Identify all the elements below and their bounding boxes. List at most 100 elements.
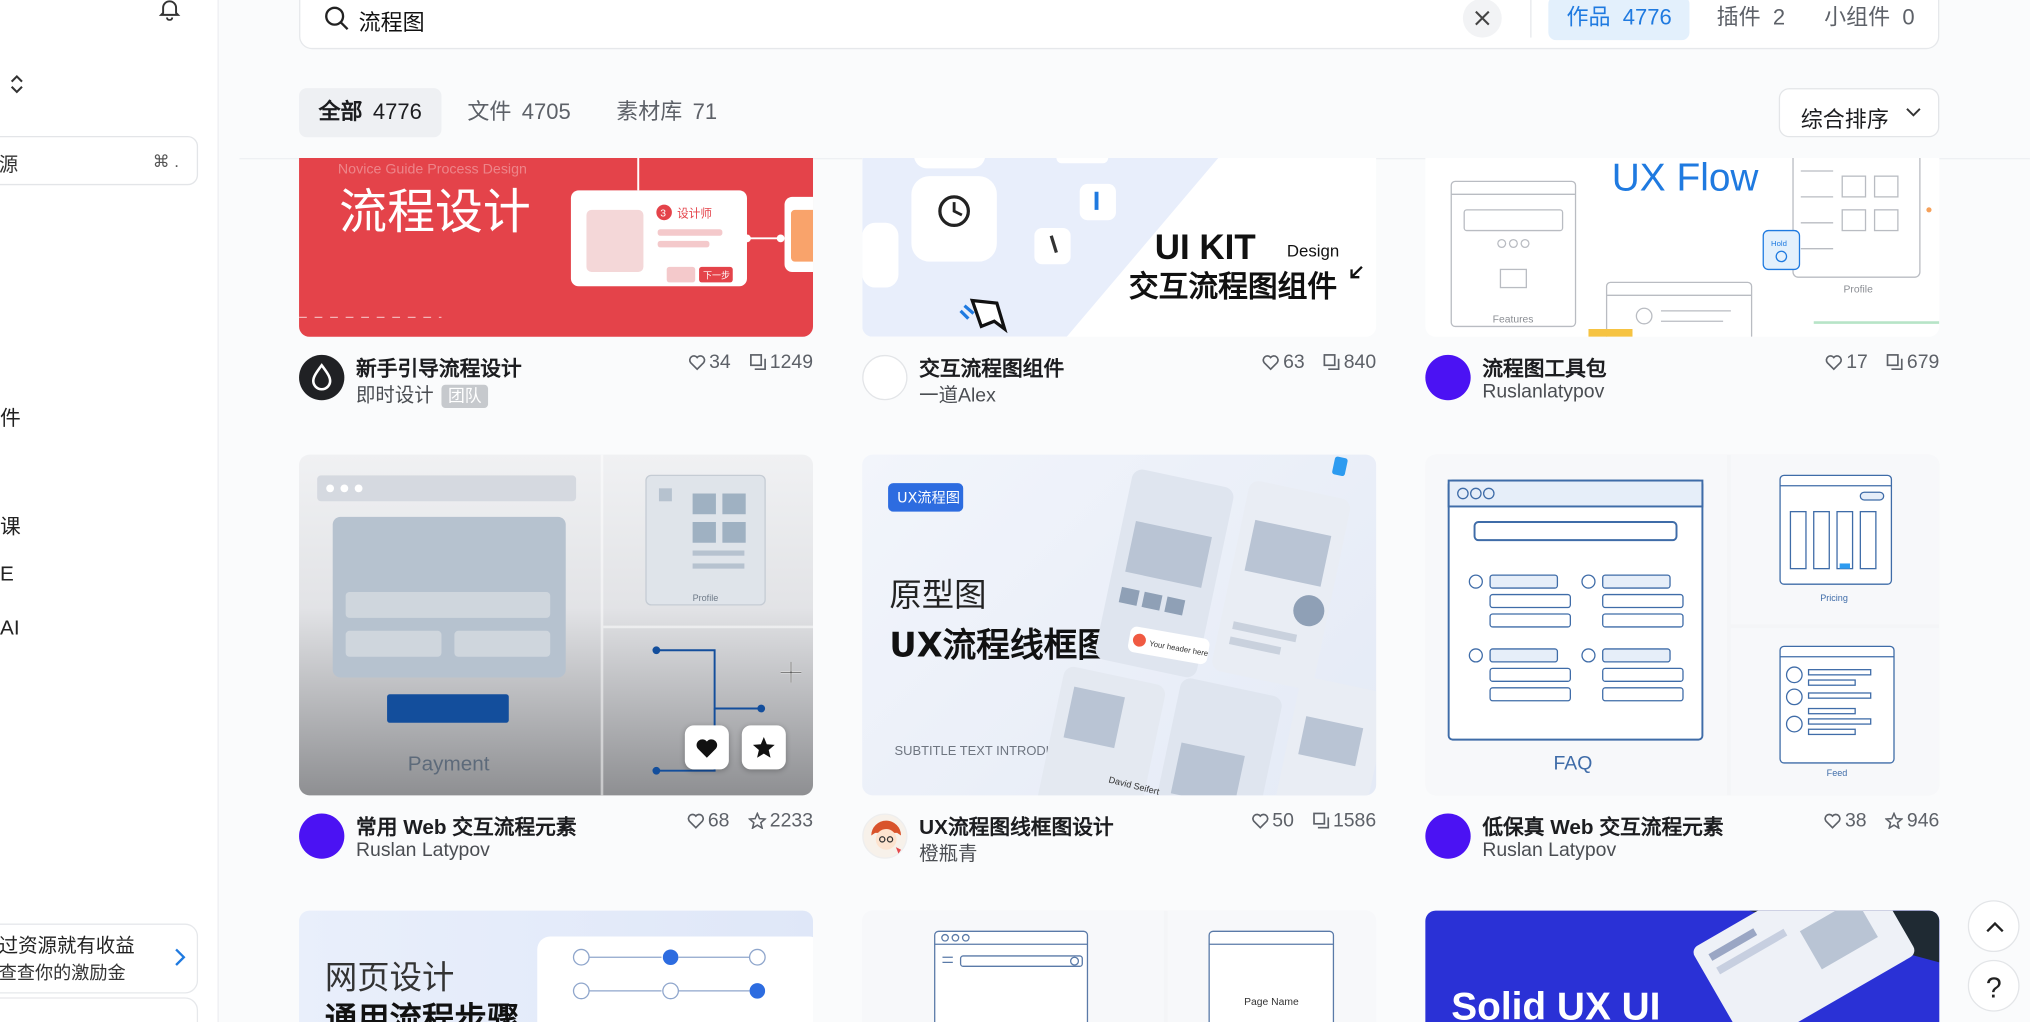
author-name[interactable]: 橙瓶青 xyxy=(919,839,977,866)
scope-works[interactable]: 作品 4776 xyxy=(1548,0,1690,41)
card-thumbnail[interactable]: UI KIT Design 交互流程图组件 xyxy=(862,158,1377,337)
card-thumbnail[interactable]: Page Name xyxy=(862,910,1377,1022)
clear-search-button[interactable] xyxy=(1462,0,1502,38)
author-name[interactable]: 一道Alex xyxy=(919,381,996,408)
thumbnail-art: UX流程图 原型图 UX流程线框图 SUBTITLE TEXT INTRODUC… xyxy=(888,456,1377,796)
sidebar-item-4[interactable]: AI xyxy=(0,618,20,641)
like-count: 34 xyxy=(709,351,731,374)
star-icon[interactable] xyxy=(747,812,766,829)
work-card[interactable]: Payment Profile 常用 Web 交互流程元素 Ruslan Lat… xyxy=(299,454,814,873)
search-icon xyxy=(325,6,349,30)
card-thumbnail[interactable]: Features UX Flow Profile Hold xyxy=(1425,158,1940,337)
star-icon[interactable] xyxy=(1884,812,1904,829)
heart-icon[interactable] xyxy=(1262,355,1279,371)
card-title[interactable]: UX流程图线框图设计 xyxy=(919,810,1113,841)
help-button[interactable]: ? xyxy=(1967,959,2020,1012)
avatar[interactable] xyxy=(299,354,345,401)
like-count: 17 xyxy=(1846,351,1868,374)
search-input[interactable]: 流程图 xyxy=(359,4,425,36)
avatar[interactable] xyxy=(299,813,345,859)
thumbnail-art: Solid UX UI xyxy=(1451,910,1940,1022)
heart-icon[interactable] xyxy=(1824,813,1841,829)
scope-label: 小组件 xyxy=(1824,5,1891,30)
heart-icon[interactable] xyxy=(1825,355,1843,371)
scope-plugins[interactable]: 插件 2 xyxy=(1699,0,1804,40)
thumbnail-art: Novice Guide Process Design 流程设计 3 设计师 下… xyxy=(299,158,814,318)
tab-all[interactable]: 全部 4776 xyxy=(299,88,442,138)
like-count: 38 xyxy=(1844,809,1867,832)
work-card[interactable]: UI KIT Design 交互流程图组件 交互流程图组件 一道Alex 63 … xyxy=(862,158,1377,414)
thumb-heading: UI KIT xyxy=(1155,228,1256,267)
author-name[interactable]: Ruslan Latypov xyxy=(1482,839,1616,861)
card-stats: 38 946 xyxy=(1824,810,1939,832)
work-card[interactable]: Features UX Flow Profile Hold 流程图工具包 Rus… xyxy=(1425,158,1940,415)
work-card[interactable]: 网页设计 通用流程步骤 xyxy=(299,910,814,1022)
scope-count: 2 xyxy=(1772,5,1786,30)
sidebar-item-1[interactable]: 件 xyxy=(0,400,21,431)
promo-line-2: 查查你的激励金 xyxy=(0,962,126,984)
chevron-updown-icon[interactable] xyxy=(8,73,26,96)
card-author[interactable]: 即时设计 团队 xyxy=(356,381,489,409)
star-icon xyxy=(752,737,775,758)
sidebar-search-input[interactable]: 源 ⌘ . xyxy=(0,136,199,186)
avatar[interactable] xyxy=(862,813,908,859)
thumb-label-a: Features xyxy=(1493,315,1534,326)
thumb-label-a: Payment xyxy=(408,753,490,776)
like-button[interactable] xyxy=(684,725,729,770)
earnings-promo-card[interactable]: 过资源就有收益 查查你的激励金 xyxy=(0,923,199,994)
card-title[interactable]: 新手引导流程设计 xyxy=(356,351,522,382)
avatar[interactable] xyxy=(862,354,908,401)
tab-files[interactable]: 文件 4705 xyxy=(448,88,590,137)
favorite-button[interactable] xyxy=(741,725,786,770)
tab-count: 71 xyxy=(692,99,718,125)
author-name[interactable]: Ruslanlatypov xyxy=(1482,381,1604,403)
card-meta: 流程图工具包 Ruslanlatypov 17 679 xyxy=(1425,337,1939,415)
card-title[interactable]: 常用 Web 交互流程元素 xyxy=(356,810,577,841)
author-name[interactable]: Ruslan Latypov xyxy=(356,839,490,861)
card-thumbnail[interactable]: UX流程图 原型图 UX流程线框图 SUBTITLE TEXT INTRODUC… xyxy=(862,454,1377,796)
scope-widgets[interactable]: 小组件 0 xyxy=(1806,0,1933,40)
sidebar-card[interactable] xyxy=(0,997,199,1022)
card-thumbnail[interactable]: FAQ Pricing Feed xyxy=(1425,454,1940,796)
author-name: 即时设计 xyxy=(356,384,434,407)
tab-label: 全部 xyxy=(318,99,363,125)
card-meta: 常用 Web 交互流程元素 Ruslan Latypov 68 2233 xyxy=(299,795,813,873)
thumb-label-b: Pricing xyxy=(1820,593,1848,603)
work-card[interactable]: UX流程图 原型图 UX流程线框图 SUBTITLE TEXT INTRODUC… xyxy=(862,454,1377,873)
thumb-line-2: 通用流程步骤 xyxy=(325,1000,519,1022)
sort-dropdown[interactable]: 综合排序 xyxy=(1778,88,1940,138)
work-card[interactable]: Novice Guide Process Design 流程设计 3 设计师 下… xyxy=(299,158,814,414)
help-icon: ? xyxy=(1986,972,2002,1004)
copy-count: 1586 xyxy=(1332,809,1377,832)
avatar[interactable] xyxy=(1425,813,1471,859)
card-title[interactable]: 低保真 Web 交互流程元素 xyxy=(1482,810,1723,841)
card-thumbnail[interactable]: Solid UX UI xyxy=(1425,910,1940,1022)
thumb-label-a: Page Name xyxy=(1244,997,1299,1008)
thumb-label-a: FAQ xyxy=(1554,752,1593,774)
scroll-to-top-button[interactable] xyxy=(1967,900,2020,953)
bell-icon[interactable] xyxy=(158,0,181,21)
heart-icon[interactable] xyxy=(687,813,704,829)
heart-icon[interactable] xyxy=(688,355,706,371)
card-thumbnail[interactable]: Payment Profile xyxy=(299,454,814,796)
tab-library[interactable]: 素材库 71 xyxy=(597,88,737,137)
work-card[interactable]: Page Name xyxy=(862,910,1377,1022)
thumbnail-art: Page Name xyxy=(862,910,1377,1022)
drop-logo-icon xyxy=(311,363,332,391)
copy-icon xyxy=(749,354,766,371)
work-card[interactable]: FAQ Pricing Feed 低保真 Web 交互流程元素 Ruslan L… xyxy=(1425,454,1940,873)
sidebar-item-3[interactable]: E xyxy=(0,563,14,586)
card-thumbnail[interactable]: Novice Guide Process Design 流程设计 3 设计师 下… xyxy=(299,158,814,337)
sidebar-item-2[interactable]: 课 xyxy=(0,509,21,540)
avatar[interactable] xyxy=(1425,354,1471,401)
sort-label: 综合排序 xyxy=(1800,107,1889,133)
scope-count: 4776 xyxy=(1622,5,1672,30)
card-title[interactable]: 流程图工具包 xyxy=(1482,351,1606,382)
work-card[interactable]: Solid UX UI xyxy=(1425,910,1940,1022)
tab-count: 4776 xyxy=(372,99,422,125)
card-title[interactable]: 交互流程图组件 xyxy=(919,351,1064,382)
card-meta: UX流程图线框图设计 橙瓶青 50 1586 xyxy=(862,795,1376,873)
user-cartoon-icon xyxy=(871,820,902,854)
heart-icon[interactable] xyxy=(1251,813,1269,829)
card-thumbnail[interactable]: 网页设计 通用流程步骤 xyxy=(299,910,814,1022)
